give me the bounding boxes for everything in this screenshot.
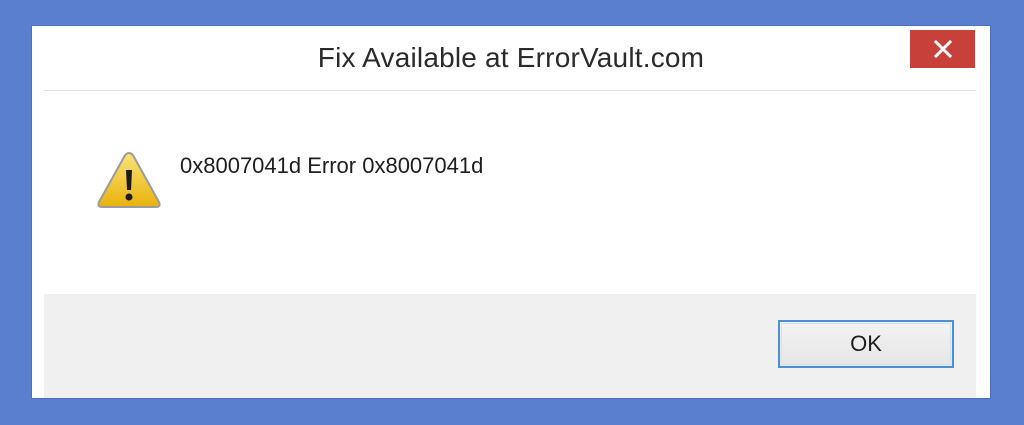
ok-button[interactable]: OK xyxy=(778,320,954,368)
dialog-title: Fix Available at ErrorVault.com xyxy=(317,42,705,73)
warning-icon xyxy=(97,151,161,208)
error-dialog: Fix Available at ErrorVault.com 0x800704… xyxy=(32,26,990,398)
ok-button-label: OK xyxy=(850,331,882,356)
dialog-footer: OK xyxy=(44,294,976,398)
close-button[interactable] xyxy=(910,30,975,68)
dialog-titlebar[interactable]: Fix Available at ErrorVault.com xyxy=(32,26,990,90)
dialog-content: 0x8007041d Error 0x8007041d xyxy=(44,90,976,295)
error-message: 0x8007041d Error 0x8007041d xyxy=(180,153,484,178)
close-icon xyxy=(933,40,952,58)
